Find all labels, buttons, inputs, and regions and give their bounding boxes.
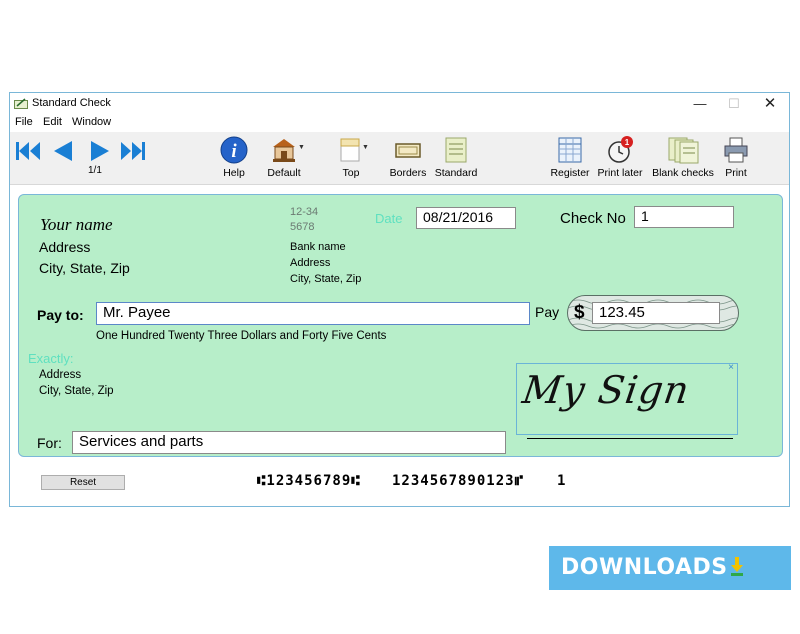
menu-edit[interactable]: Edit [43, 116, 62, 128]
title-bar[interactable]: Standard Check — ☐ ✕ [10, 93, 789, 115]
amount-in-words: One Hundred Twenty Three Dollars and For… [96, 330, 387, 342]
first-page-icon[interactable] [13, 138, 43, 164]
window-title: Standard Check [32, 97, 111, 109]
menu-window[interactable]: Window [72, 116, 111, 128]
default-dropdown-icon[interactable]: ▼ [298, 144, 305, 151]
last-page-icon[interactable] [118, 138, 148, 164]
standard-button[interactable]: Standard [434, 134, 478, 182]
exactly-label: Exactly: [28, 351, 74, 366]
top-button[interactable]: Top [332, 134, 370, 182]
micr-account: 1234567890123⑈ [392, 473, 524, 489]
print-later-icon: 1 [608, 136, 633, 163]
next-page-icon[interactable] [85, 138, 115, 164]
printer-icon [724, 137, 748, 163]
watermark-right: GURU [561, 599, 634, 624]
toolbar: 1/1 i Help Default ▼ Top ▼ Borders Stand… [10, 132, 789, 185]
top-layout-icon [340, 138, 360, 162]
svg-text:i: i [231, 141, 237, 162]
payer-city-state-zip[interactable]: City, State, Zip [39, 260, 130, 276]
standard-check-icon [445, 137, 467, 163]
currency-symbol: $ [574, 302, 585, 323]
help-button[interactable]: i Help [215, 134, 253, 182]
micr-check-number: 1 [557, 473, 567, 489]
pay-to-label: Pay to: [37, 307, 84, 323]
amount-frame: $ 123.45 [567, 295, 739, 331]
help-icon: i [220, 136, 248, 164]
print-later-badge: 1 [625, 138, 630, 147]
register-button[interactable]: Register [548, 134, 592, 182]
check-no-label: Check No [560, 210, 626, 227]
date-label: Date [375, 211, 403, 226]
date-field[interactable]: 08/21/2016 [416, 207, 516, 229]
payee-city-state-zip[interactable]: City, State, Zip [39, 385, 114, 397]
blank-checks-button[interactable]: Blank checks [650, 134, 716, 182]
app-window: Standard Check — ☐ ✕ File Edit Window 1/… [9, 92, 790, 507]
bank-address[interactable]: Address [290, 257, 330, 269]
default-button[interactable]: Default [262, 134, 306, 182]
check-number-field[interactable]: 1 [634, 206, 734, 228]
signature-image: My Sign [519, 368, 693, 412]
micr-routing: ⑆123456789⑆ [257, 473, 361, 489]
check-app-icon [14, 98, 28, 109]
payee-address[interactable]: Address [39, 369, 81, 381]
top-dropdown-icon[interactable]: ▼ [362, 144, 369, 151]
blank-checks-icon [668, 137, 699, 164]
signature-box[interactable]: × My Sign [516, 362, 738, 435]
menu-file[interactable]: File [15, 116, 33, 128]
payee-field[interactable]: Mr. Payee [96, 302, 530, 325]
bank-name[interactable]: Bank name [290, 241, 346, 253]
register-icon [558, 137, 582, 163]
check-form: Your name Address City, State, Zip 12-34… [18, 194, 783, 457]
payer-name[interactable]: Your name [40, 215, 113, 235]
fraction-code-top: 12-34 [290, 206, 319, 218]
minimize-button[interactable]: — [682, 94, 718, 114]
menu-bar: File Edit Window [10, 114, 789, 132]
payer-address[interactable]: Address [39, 239, 90, 255]
previous-page-icon[interactable] [48, 138, 78, 164]
signature-line [527, 438, 733, 439]
memo-field[interactable]: Services and parts [72, 431, 506, 454]
signature-close-icon[interactable]: × [728, 362, 734, 373]
download-arrow-icon [730, 557, 743, 576]
fraction-code-bottom: 5678 [290, 221, 315, 233]
downloads-guru-watermark: DOWNLOADS GURU [549, 546, 791, 624]
borders-button[interactable]: Borders [388, 134, 428, 182]
reset-button[interactable]: Reset [41, 475, 125, 490]
for-label: For: [37, 435, 62, 451]
page-indicator: 1/1 [88, 165, 102, 176]
bank-city-state-zip[interactable]: City, State, Zip [290, 273, 361, 285]
maximize-button[interactable]: ☐ [716, 94, 752, 114]
watermark-left: DOWNLOADS [561, 555, 728, 580]
borders-icon [395, 143, 421, 158]
print-button[interactable]: Print [718, 134, 754, 182]
bank-icon [273, 139, 295, 162]
close-button[interactable]: ✕ [752, 94, 788, 114]
print-later-button[interactable]: 1 Print later [596, 134, 644, 182]
amount-field[interactable]: 123.45 [592, 302, 720, 324]
pay-label: Pay [535, 304, 560, 320]
